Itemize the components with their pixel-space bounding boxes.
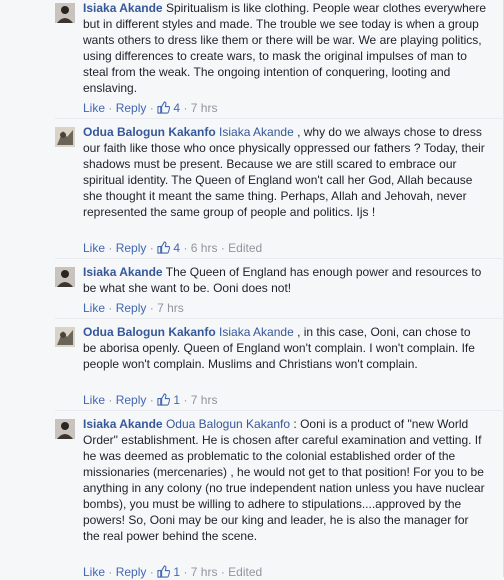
comment-author[interactable]: Isiaka Akande bbox=[83, 417, 163, 431]
edited-label[interactable]: Edited bbox=[228, 241, 262, 255]
thumbs-up-icon bbox=[157, 241, 171, 254]
like-button[interactable]: Like bbox=[83, 301, 105, 315]
comment-timestamp[interactable]: 7 hrs bbox=[157, 301, 184, 315]
comment-divider bbox=[55, 118, 504, 119]
comment-author[interactable]: Isiaka Akande bbox=[83, 265, 163, 279]
thumbs-up-icon bbox=[157, 101, 171, 114]
separator-dot: · bbox=[183, 101, 188, 115]
avatar[interactable] bbox=[55, 327, 75, 347]
avatar[interactable] bbox=[55, 127, 75, 147]
comment-author[interactable]: Odua Balogun Kakanfo bbox=[83, 125, 216, 139]
comment-text: : Ooni is a product of "new World Order"… bbox=[83, 417, 485, 543]
comment-actions: Like · Reply · 1 · 7 hrs · Edited bbox=[83, 564, 262, 580]
comment-actions: Like · Reply · 7 hrs bbox=[83, 300, 184, 316]
comment-mention[interactable]: Isiaka Akande bbox=[219, 325, 294, 339]
comment-author[interactable]: Odua Balogun Kakanfo bbox=[83, 325, 216, 339]
like-count-value: 4 bbox=[173, 241, 181, 255]
person-avatar-icon bbox=[55, 267, 75, 287]
comment-text: Spiritualism is like clothing. People we… bbox=[83, 1, 487, 95]
separator-dot: · bbox=[149, 101, 154, 115]
comment-actions: Like · Reply · 4 · 7 hrs bbox=[83, 100, 217, 116]
avatar[interactable] bbox=[55, 419, 75, 439]
comment-text: , why do we always chose to dress our fa… bbox=[83, 125, 485, 219]
separator-dot: · bbox=[108, 393, 113, 407]
like-button[interactable]: Like bbox=[83, 393, 105, 407]
comment-divider bbox=[55, 410, 504, 411]
comment-timestamp[interactable]: 7 hrs bbox=[191, 101, 218, 115]
separator-dot: · bbox=[149, 393, 154, 407]
person-avatar-icon bbox=[55, 419, 75, 439]
reply-button[interactable]: Reply bbox=[116, 241, 147, 255]
like-button[interactable]: Like bbox=[83, 101, 105, 115]
separator-dot: · bbox=[149, 241, 154, 255]
comment-mention[interactable]: Isiaka Akande bbox=[219, 125, 294, 139]
comment-divider bbox=[55, 258, 504, 259]
person-avatar-icon bbox=[55, 127, 75, 147]
reply-button[interactable]: Reply bbox=[116, 393, 147, 407]
like-count[interactable]: 4 bbox=[157, 241, 183, 255]
comment-author[interactable]: Isiaka Akande bbox=[83, 1, 163, 15]
comment-timestamp[interactable]: 6 hrs bbox=[191, 241, 218, 255]
comment-actions: Like · Reply · 1 · 7 hrs bbox=[83, 392, 217, 408]
separator-dot: · bbox=[149, 301, 154, 315]
like-count[interactable]: 1 bbox=[157, 393, 183, 407]
comment-actions: Like · Reply · 4 · 6 hrs · Edited bbox=[83, 240, 262, 256]
separator-dot: · bbox=[183, 393, 188, 407]
person-avatar-icon bbox=[55, 3, 75, 23]
avatar[interactable] bbox=[55, 267, 75, 287]
comment-timestamp[interactable]: 7 hrs bbox=[191, 393, 218, 407]
comment-mention[interactable]: Odua Balogun Kakanfo bbox=[166, 417, 290, 431]
comment-body: Isiaka Akande The Queen of England has e… bbox=[83, 264, 487, 296]
separator-dot: · bbox=[108, 101, 113, 115]
thumbs-up-icon bbox=[157, 565, 171, 578]
thumbs-up-icon bbox=[157, 393, 171, 406]
separator-dot: · bbox=[108, 241, 113, 255]
like-count[interactable]: 4 bbox=[157, 101, 183, 115]
comment-body: Odua Balogun Kakanfo Isiaka Akande , why… bbox=[83, 124, 487, 220]
comment-body: Odua Balogun Kakanfo Isiaka Akande , in … bbox=[83, 324, 487, 372]
separator-dot: · bbox=[108, 301, 113, 315]
like-button[interactable]: Like bbox=[83, 241, 105, 255]
avatar[interactable] bbox=[55, 3, 75, 23]
comment-divider bbox=[55, 318, 504, 319]
reply-button[interactable]: Reply bbox=[116, 301, 147, 315]
separator-dot: · bbox=[220, 241, 225, 255]
comment-body: Isiaka Akande Odua Balogun Kakanfo : Oon… bbox=[83, 416, 487, 544]
person-avatar-icon bbox=[55, 327, 75, 347]
reply-button[interactable]: Reply bbox=[116, 101, 147, 115]
like-count-value: 1 bbox=[173, 393, 181, 407]
like-count-value: 4 bbox=[173, 101, 181, 115]
comment-body: Isiaka Akande Spiritualism is like cloth… bbox=[83, 0, 487, 96]
separator-dot: · bbox=[183, 241, 188, 255]
